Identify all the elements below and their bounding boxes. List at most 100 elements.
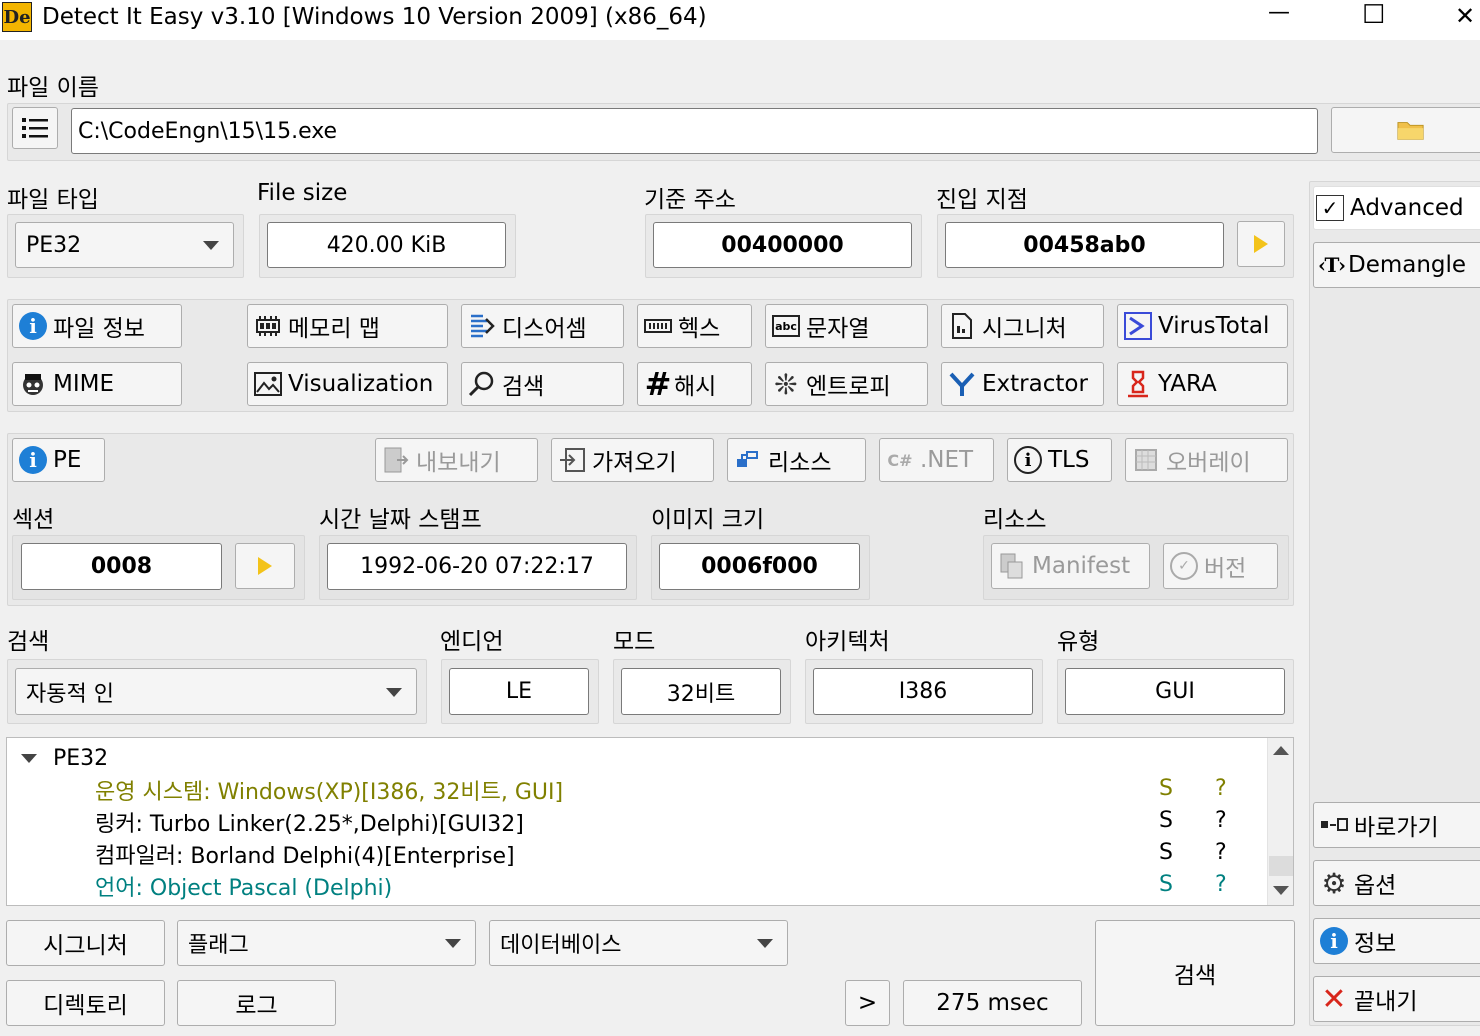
hash-button[interactable]: # 해시 xyxy=(637,362,752,406)
export-label: 내보내기 xyxy=(416,450,501,476)
entry-point-field[interactable]: 00458ab0 xyxy=(945,222,1224,268)
file-path-input[interactable]: C:\CodeEngn\15\15.exe xyxy=(71,108,1318,154)
import-button[interactable]: 가져오기 xyxy=(551,438,714,482)
database-select[interactable]: 데이터베이스 xyxy=(489,920,788,966)
mode-field[interactable]: 32비트 xyxy=(621,668,781,715)
file-size-field[interactable]: 420.00 KiB xyxy=(267,222,506,268)
log-label: 로그 xyxy=(235,993,278,1019)
scan-mode-select[interactable]: 자동적 인 xyxy=(15,668,417,715)
tls-label: TLS xyxy=(1048,447,1090,473)
version-button[interactable]: ✓ 버전 xyxy=(1163,543,1278,589)
memory-map-button[interactable]: 메모리 맵 xyxy=(247,304,448,348)
type-field[interactable]: GUI xyxy=(1065,668,1285,715)
directory-button[interactable]: 디렉토리 xyxy=(6,980,165,1026)
flags-select[interactable]: 플래그 xyxy=(177,920,476,966)
info-icon: i xyxy=(19,312,47,340)
about-button[interactable]: i 정보 xyxy=(1313,918,1480,964)
result-row[interactable]: 컴파일러: Borland Delphi(4)[Enterprise] xyxy=(95,838,515,870)
result-info-button[interactable]: ? xyxy=(1215,808,1227,833)
shortcuts-button[interactable]: 바로가기 xyxy=(1313,802,1480,848)
results-tree[interactable]: PE32 운영 시스템: Windows(XP)[I386, 32비트, GUI… xyxy=(6,737,1294,906)
exit-button[interactable]: ✕ 끝내기 xyxy=(1313,976,1480,1022)
result-s-flag[interactable]: S xyxy=(1159,872,1173,897)
export-icon xyxy=(382,446,410,474)
file-type-value: PE32 xyxy=(26,232,82,258)
arch-field[interactable]: I386 xyxy=(813,668,1033,715)
entropy-icon: ❊ xyxy=(774,367,798,401)
manifest-button[interactable]: Manifest xyxy=(991,543,1150,589)
scan-mode-value: 자동적 인 xyxy=(26,681,114,707)
sections-go-button[interactable] xyxy=(235,543,295,589)
hex-label: 헥스 xyxy=(678,316,721,342)
mime-button[interactable]: MIME xyxy=(12,362,182,406)
export-button[interactable]: 내보내기 xyxy=(375,438,538,482)
resources-button[interactable]: 리소스 xyxy=(727,438,866,482)
base-address-label: 기준 주소 xyxy=(644,187,736,213)
signatures-tool-button[interactable]: 시그니처 xyxy=(941,304,1104,348)
virustotal-button[interactable]: VirusTotal xyxy=(1117,304,1288,348)
hex-button[interactable]: 헥스 xyxy=(637,304,752,348)
disasm-button[interactable]: 디스어셈 xyxy=(461,304,624,348)
maximize-button[interactable]: ☐ xyxy=(1362,0,1385,30)
result-row[interactable]: 언어: Object Pascal (Delphi) xyxy=(95,870,392,902)
demangle-button[interactable]: ‹T› Demangle xyxy=(1313,242,1480,288)
scan-label: 검색 xyxy=(7,629,50,655)
directory-label: 디렉토리 xyxy=(43,993,128,1019)
tls-button[interactable]: i TLS xyxy=(1007,438,1112,482)
result-row[interactable]: 운영 시스템: Windows(XP)[I386, 32비트, GUI] xyxy=(95,774,563,806)
endian-field[interactable]: LE xyxy=(449,668,589,715)
entry-point-label: 진입 지점 xyxy=(936,187,1028,213)
extractor-button[interactable]: Extractor xyxy=(941,362,1104,406)
app-logo: De xyxy=(2,2,32,32)
database-value: 데이터베이스 xyxy=(500,933,622,958)
scroll-up-icon[interactable] xyxy=(1273,746,1289,755)
file-type-select[interactable]: PE32 xyxy=(15,222,234,268)
result-row[interactable]: 링커: Turbo Linker(2.25*,Delphi)[GUI32] xyxy=(95,806,524,838)
info-outline-icon: i xyxy=(1014,446,1042,474)
import-label: 가져오기 xyxy=(592,450,677,476)
result-info-button[interactable]: ? xyxy=(1215,872,1227,897)
pe-button[interactable]: i PE xyxy=(12,438,105,482)
advanced-checkbox[interactable]: ✓ Advanced xyxy=(1313,186,1480,230)
checkbox-checked-icon: ✓ xyxy=(1316,195,1344,221)
image-size-label: 이미지 크기 xyxy=(651,507,765,533)
chevron-down-icon xyxy=(203,241,219,250)
signatures-button[interactable]: 시그니처 xyxy=(6,920,165,966)
expand-arrow-icon[interactable] xyxy=(21,753,37,763)
results-scrollbar[interactable] xyxy=(1267,738,1293,905)
entropy-button[interactable]: ❊ 엔트로피 xyxy=(765,362,928,406)
log-button[interactable]: 로그 xyxy=(177,980,336,1026)
visualization-button[interactable]: Visualization xyxy=(247,362,448,406)
minimize-button[interactable]: — xyxy=(1268,0,1290,25)
scroll-down-icon[interactable] xyxy=(1273,886,1289,895)
scan-button[interactable]: 검색 xyxy=(1095,920,1295,1026)
overlay-button[interactable]: 오버레이 xyxy=(1125,438,1288,482)
net-button[interactable]: C# .NET xyxy=(879,438,994,482)
timestamp-field[interactable]: 1992-06-20 07:22:17 xyxy=(327,543,627,590)
scroll-thumb[interactable] xyxy=(1269,766,1293,856)
result-s-flag[interactable]: S xyxy=(1159,776,1173,801)
result-info-button[interactable]: ? xyxy=(1215,776,1227,801)
result-s-flag[interactable]: S xyxy=(1159,840,1173,865)
base-address-field[interactable]: 00400000 xyxy=(653,222,912,268)
manifest-label: Manifest xyxy=(1032,553,1131,579)
sections-field[interactable]: 0008 xyxy=(21,543,222,590)
entry-point-go-button[interactable] xyxy=(1237,221,1285,267)
tree-root-row[interactable]: PE32 xyxy=(21,742,108,774)
file-history-button[interactable] xyxy=(12,107,58,149)
result-info-button[interactable]: ? xyxy=(1215,840,1227,865)
info-icon: i xyxy=(19,446,47,474)
strings-button[interactable]: abc 문자열 xyxy=(765,304,928,348)
exit-label: 끝내기 xyxy=(1354,989,1418,1015)
yara-button[interactable]: YARA xyxy=(1117,362,1288,406)
more-button[interactable]: > xyxy=(845,980,890,1026)
options-button[interactable]: ⚙ 옵션 xyxy=(1313,860,1480,906)
chevron-down-icon xyxy=(445,939,461,948)
open-file-button[interactable] xyxy=(1331,107,1480,153)
file-info-button[interactable]: i 파일 정보 xyxy=(12,304,182,348)
extractor-icon xyxy=(948,370,976,398)
image-size-field[interactable]: 0006f000 xyxy=(659,543,860,590)
search-tool-button[interactable]: 검색 xyxy=(461,362,624,406)
close-button[interactable]: ✕ xyxy=(1455,2,1475,30)
result-s-flag[interactable]: S xyxy=(1159,808,1173,833)
